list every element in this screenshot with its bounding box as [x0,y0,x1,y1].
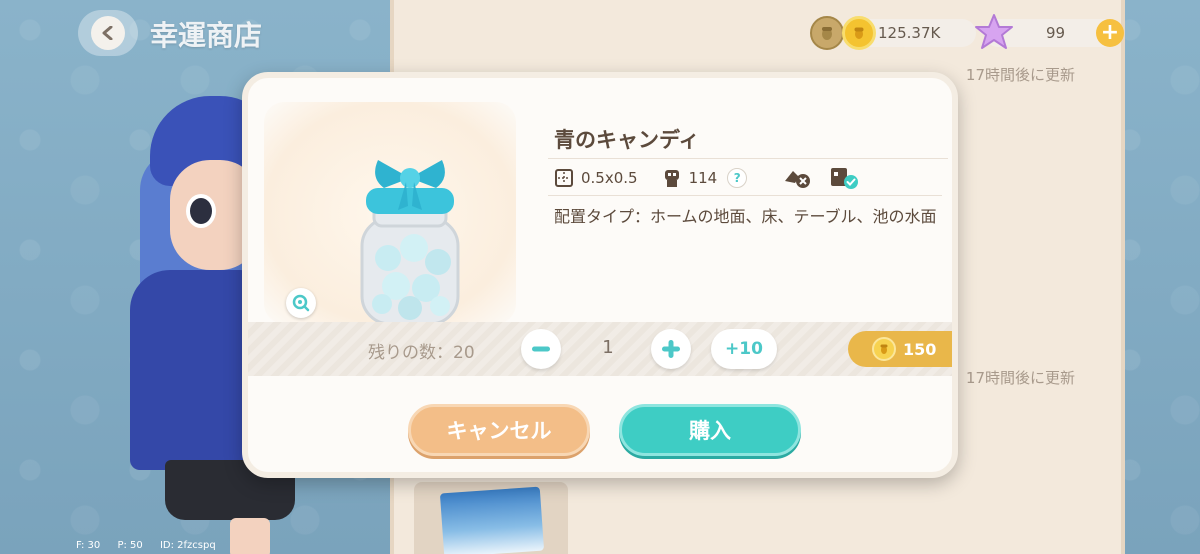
debug-p: P: 50 [117,540,143,551]
zoom-button[interactable] [286,288,316,318]
chevron-left-icon [102,26,113,40]
back-button[interactable] [78,10,138,56]
placement-type-text: 配置タイプ：ホームの地面、床、テーブル、池の水面 [554,207,937,226]
coin-icon [842,16,876,50]
add-currency-button[interactable]: + [1096,19,1124,47]
help-icon[interactable]: ? [727,168,748,188]
star-icon [975,14,1013,49]
character-count-icon [662,168,682,188]
decrease-quantity-button[interactable] [521,329,561,369]
price-badge: 150 [848,331,952,367]
quantity-row: 残りの数：20 1 +10 150 [248,322,952,376]
acorn-icon [810,16,844,50]
divider [548,158,948,159]
grid-size-icon [554,168,574,188]
debug-info: F: 30 P: 50 ID: 2fzcspq [76,540,230,551]
increase-quantity-button[interactable] [651,329,691,369]
item-name: 青のキャンディ [554,128,700,152]
refresh-timer-2: 17時間後に更新 [965,369,1075,387]
item-stats: 0.5x0.5 114 ? [554,166,859,190]
item-size: 0.5x0.5 [581,169,638,187]
remaining-stock: 残りの数：20 [368,343,475,363]
refresh-timer-1: 17時間後に更新 [965,66,1075,84]
add-ten-button[interactable]: +10 [711,329,777,369]
coin-icon [872,337,896,361]
divider [548,195,942,196]
debug-id: ID: 2fzcspq [159,540,216,551]
shop-item-card[interactable] [414,482,568,554]
page-title: 幸運商店 [150,19,263,52]
candy-jar-image [360,160,460,326]
item-count: 114 [688,169,718,187]
zoom-icon [292,294,310,312]
price-value: 150 [903,340,937,359]
minus-icon [532,346,550,352]
plus-icon [662,340,680,358]
star-balance: 99 [1046,24,1066,42]
buy-button[interactable]: 購入 [619,404,801,456]
currency-bar: 125.37K 99 + [808,14,1128,50]
debug-f: F: 30 [76,540,101,551]
no-stack-icon [783,168,813,188]
placeable-check-icon [829,168,859,189]
quantity-value: 1 [602,337,614,358]
coin-balance: 125.37K [878,24,941,42]
purchase-dialog: 青のキャンディ 0.5x0.5 114 ? 配置タイプ：ホームの地面、床、テーブ… [242,72,958,478]
cancel-button[interactable]: キャンセル [408,404,590,456]
